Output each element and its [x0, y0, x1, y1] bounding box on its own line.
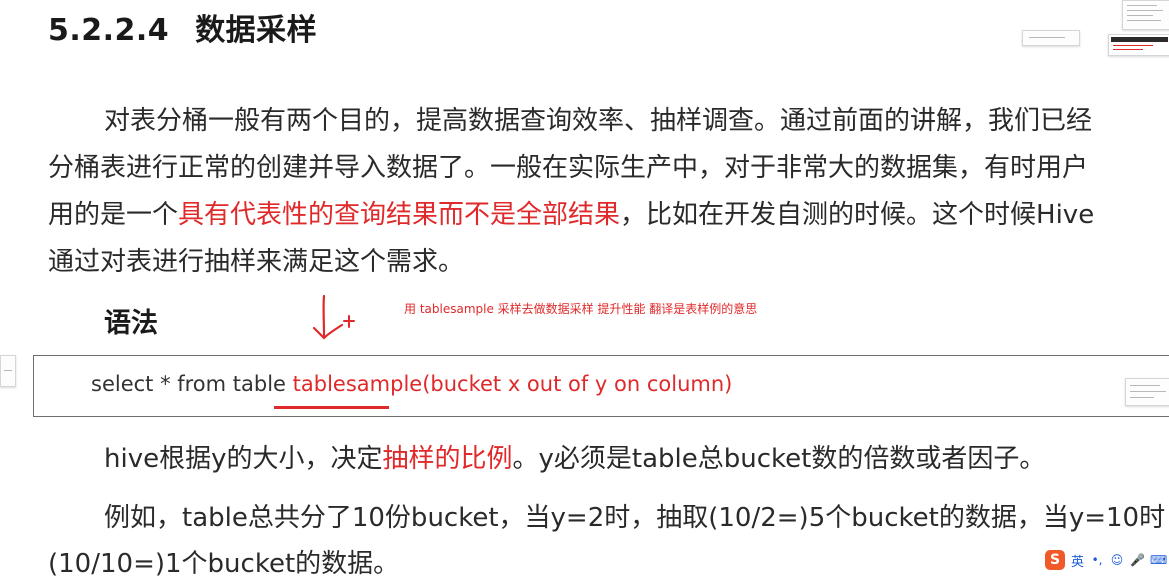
intro-line-4: 通过对表进行抽样来满足这个需求。 — [48, 238, 1169, 286]
intro-text-1: 对表分桶一般有两个目的，提高数据查询效率、抽样调查。通过前面的讲解，我们已经 — [104, 106, 1093, 136]
thumbnail-preview-3[interactable] — [1108, 34, 1169, 56]
sogou-logo-icon[interactable]: S — [1045, 550, 1065, 570]
code-underline — [274, 406, 389, 409]
thumbnail-preview-1[interactable] — [1022, 30, 1080, 46]
section-title: 数据采样 — [195, 13, 318, 48]
code-highlight: tablesample(bucket x out of y on column) — [292, 372, 733, 396]
intro-line-2: 分桶表进行正常的创建并导入数据了。一般在实际生产中，对于非常大的数据集，有时用户 — [48, 144, 1169, 192]
explain-text-1b: 。y必须是table总bucket数的倍数或者因子。 — [512, 444, 1046, 474]
code-line: select * from table tablesample(bucket x… — [91, 372, 732, 396]
explain-text-2: 例如，table总共分了10份bucket，当y=2时，抽取(10/2=)5个b… — [104, 503, 1166, 533]
keyboard-icon[interactable]: ⌨ — [1150, 553, 1167, 567]
explain-line-3: (10/10=)1个bucket的数据。 — [48, 540, 1169, 578]
annotation-note: 用 tablesample 采样去做数据采样 提升性能 翻译是表样例的意思 — [404, 302, 758, 316]
intro-text-3b: ，比如在开发自测的时候。这个时候Hive — [620, 200, 1095, 230]
explain-text-3: (10/10=)1个bucket的数据。 — [48, 549, 400, 578]
ime-toolbar: S 英 •, ☺ 🎤 ⌨ — [1045, 547, 1167, 573]
thumbnail-preview-2[interactable] — [1122, 0, 1169, 30]
down-arrow-icon — [312, 294, 355, 340]
explain-line-1: hive根据y的大小，决定抽样的比例。y必须是table总bucket数的倍数或… — [48, 435, 1169, 483]
microphone-icon[interactable]: 🎤 — [1130, 553, 1145, 567]
explain-line-2: 例如，table总共分了10份bucket，当y=2时，抽取(10/2=)5个b… — [48, 494, 1169, 542]
intro-line-1: 对表分桶一般有两个目的，提高数据查询效率、抽样调查。通过前面的讲解，我们已经 — [48, 97, 1169, 145]
code-block: select * from table tablesample(bucket x… — [33, 355, 1169, 417]
section-number: 5.2.2.4 — [48, 13, 170, 48]
emoji-icon[interactable]: ☺ — [1110, 553, 1124, 567]
ime-language-toggle[interactable]: 英 — [1071, 551, 1084, 570]
punctuation-icon[interactable]: •, — [1090, 553, 1104, 567]
thumbnail-preview-left[interactable] — [0, 355, 16, 387]
explain-highlight: 抽样的比例 — [382, 444, 513, 474]
thumbnail-preview-4[interactable] — [1125, 378, 1169, 406]
explain-text-1a: hive根据y的大小，决定 — [104, 444, 383, 474]
intro-text-3a: 用的是一个 — [48, 200, 179, 230]
intro-text-2: 分桶表进行正常的创建并导入数据了。一般在实际生产中，对于非常大的数据集，有时用户 — [48, 153, 1089, 183]
section-heading: 5.2.2.4 数据采样 — [48, 5, 317, 49]
code-plain: select * from table — [91, 372, 293, 396]
intro-highlight: 具有代表性的查询结果而不是全部结果 — [178, 200, 621, 230]
intro-text-4: 通过对表进行抽样来满足这个需求。 — [48, 247, 465, 277]
syntax-title: 语法 — [104, 308, 158, 339]
intro-line-3: 用的是一个具有代表性的查询结果而不是全部结果，比如在开发自测的时候。这个时候Hi… — [48, 191, 1169, 239]
